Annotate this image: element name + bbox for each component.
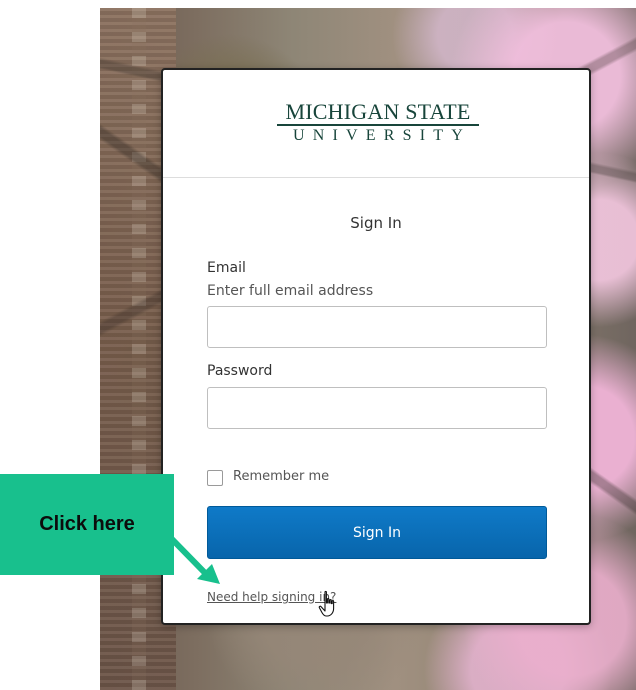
msu-logo: MICHIGAN STATE UNIVERSITY [277,101,479,145]
screenshot-stage: MICHIGAN STATE UNIVERSITY Sign In Email … [0,0,636,690]
email-input[interactable] [207,306,547,348]
logo-header: MICHIGAN STATE UNIVERSITY [163,70,589,178]
arrow-icon [162,529,220,584]
remember-me-control[interactable]: Remember me [207,468,387,488]
email-hint: Enter full email address [207,283,374,299]
sign-in-title: Sign In [350,214,402,232]
hand-pointer-icon [318,590,335,617]
logo-line2: UNIVERSITY [293,127,471,144]
password-input[interactable] [207,387,547,429]
logo-rule [277,124,479,126]
sign-in-button[interactable]: Sign In [207,506,547,559]
remember-me-label: Remember me [233,469,330,484]
click-here-callout: Click here [0,474,174,575]
logo-line1: MICHIGAN STATE [285,99,471,124]
checkbox-icon[interactable] [207,470,223,486]
password-label: Password [207,363,273,379]
callout-text: Click here [39,513,135,535]
email-label: Email [207,260,246,276]
need-help-link[interactable]: Need help signing in? [207,590,336,604]
